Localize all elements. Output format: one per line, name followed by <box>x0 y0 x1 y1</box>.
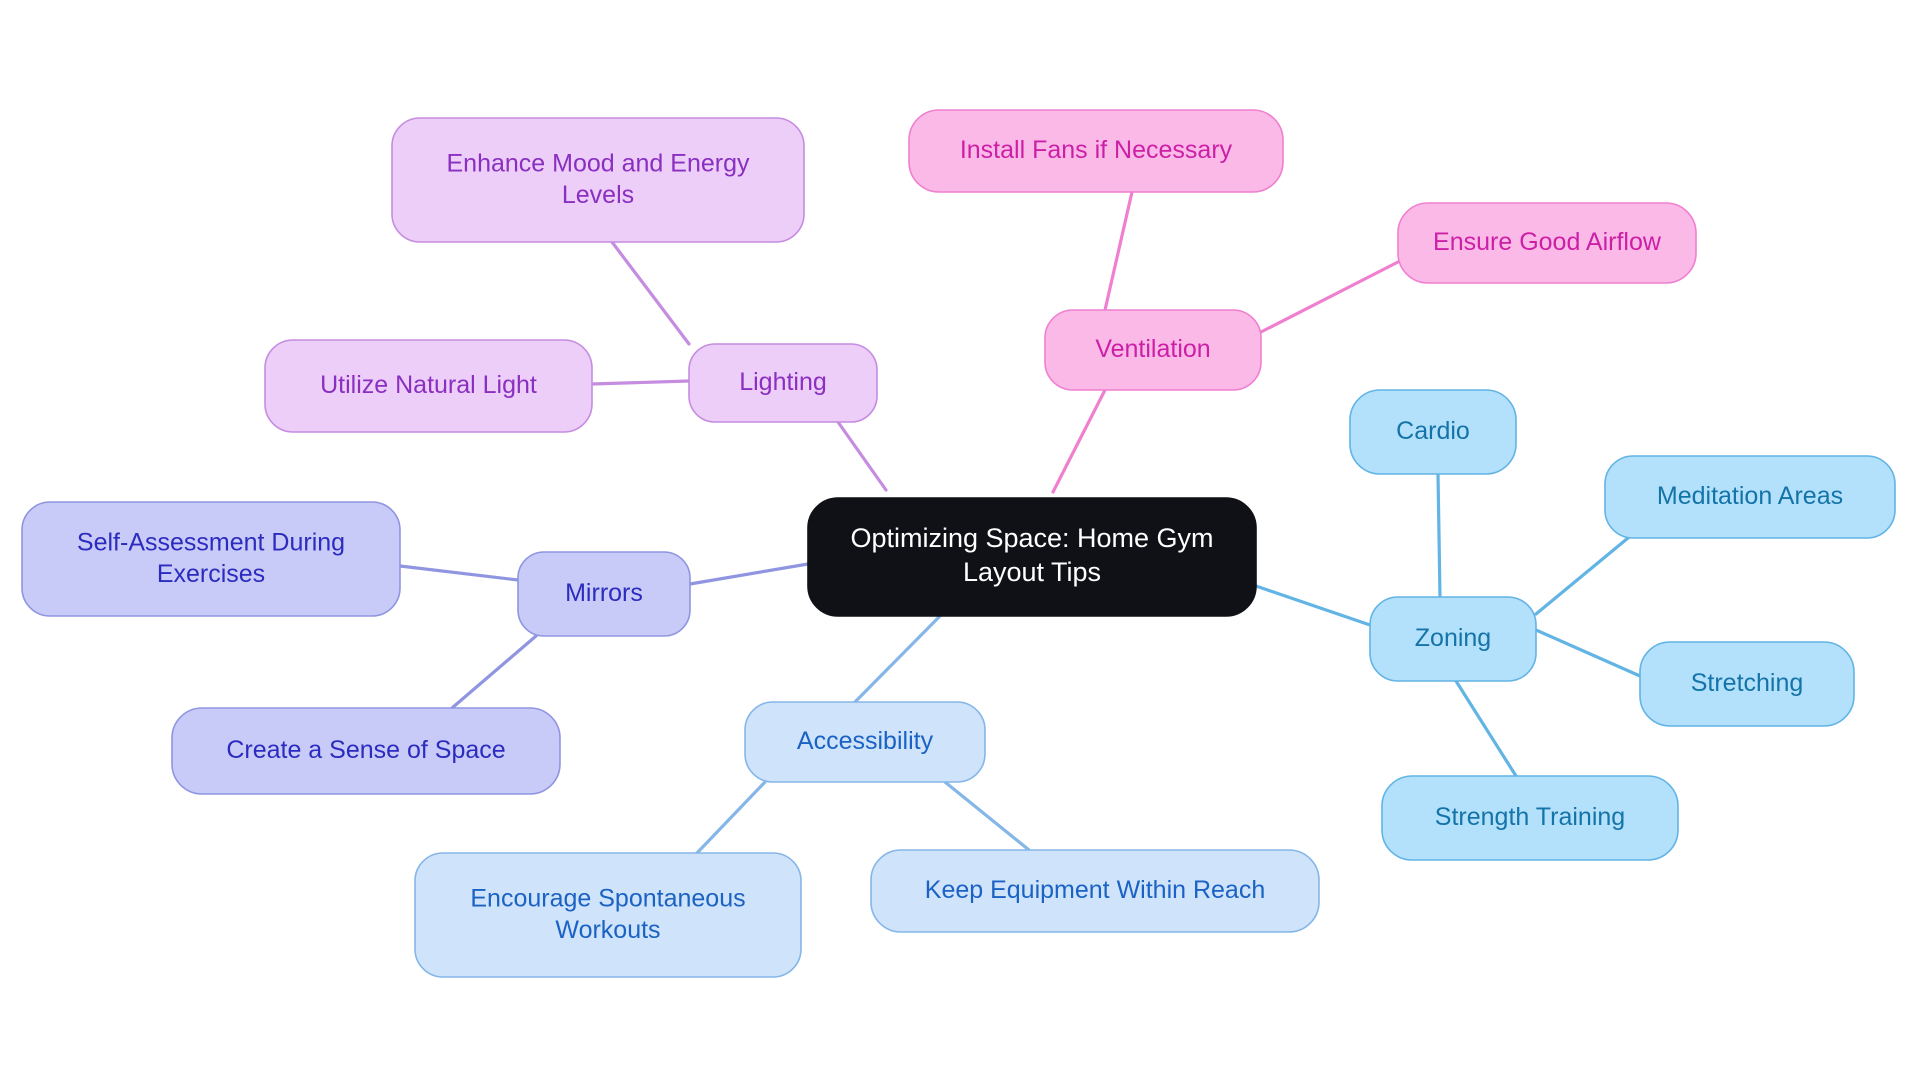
node-accessibility[interactable]: Accessibility <box>744 701 986 783</box>
node-encourage-spontaneous-workouts[interactable]: Encourage Spontaneous Workouts <box>414 852 802 978</box>
node-label-mirrors: Mirrors <box>565 579 643 607</box>
node-label-line: Exercises <box>157 559 265 587</box>
node-label-line: Layout Tips <box>963 557 1101 587</box>
node-ventilation[interactable]: Ventilation <box>1044 309 1262 391</box>
edge-zoning-stretching <box>1534 628 1642 678</box>
node-label-install-fans: Install Fans if Necessary <box>960 136 1233 164</box>
edge-accessibility-encourage <box>695 780 767 855</box>
edge-zoning-strength <box>1454 679 1518 778</box>
node-label-line: Zoning <box>1415 624 1491 652</box>
node-zoning[interactable]: Zoning <box>1369 596 1537 682</box>
nodes-layer: Enhance Mood and Energy Levels Utilize Nat… <box>21 109 1896 978</box>
node-label-ensure-good-airflow: Ensure Good Airflow <box>1433 228 1662 256</box>
node-utilize-natural-light[interactable]: Utilize Natural Light <box>264 339 593 433</box>
node-label-line: Stretching <box>1691 669 1804 697</box>
node-install-fans[interactable]: Install Fans if Necessary <box>908 109 1284 193</box>
edge-zoning-meditation <box>1534 536 1630 616</box>
node-label-strength-training: Strength Training <box>1435 803 1625 831</box>
node-label-accessibility: Accessibility <box>797 727 934 755</box>
node-self-assessment[interactable]: Self-Assessment During Exercises <box>21 501 401 617</box>
node-mirrors[interactable]: Mirrors <box>517 551 691 637</box>
node-label-line: Strength Training <box>1435 803 1625 831</box>
node-label-utilize-natural-light: Utilize Natural Light <box>320 371 537 399</box>
node-label-line: Levels <box>562 180 634 208</box>
node-label-line: Ensure Good Airflow <box>1433 228 1662 256</box>
node-label-line: Cardio <box>1396 417 1470 445</box>
node-strength-training[interactable]: Strength Training <box>1381 775 1679 861</box>
node-stretching[interactable]: Stretching <box>1639 641 1855 727</box>
node-label-line: Create a Sense of Space <box>226 736 505 764</box>
edge-mirrors-create-sense <box>450 634 538 710</box>
node-label-cardio: Cardio <box>1396 417 1470 445</box>
node-label-line: Self-Assessment During <box>77 528 345 556</box>
edge-mirrors-self-assessment <box>398 564 520 582</box>
node-lighting[interactable]: Lighting <box>688 343 878 423</box>
node-label-line: Utilize Natural Light <box>320 371 537 399</box>
edge-accessibility-keep-equipment <box>943 780 1031 852</box>
node-label-line: Keep Equipment Within Reach <box>925 876 1265 904</box>
node-label-line: Ventilation <box>1095 335 1210 363</box>
node-label-line: Encourage Spontaneous <box>470 884 745 912</box>
edge-root-zoning <box>1254 584 1372 627</box>
node-label-stretching: Stretching <box>1691 669 1804 697</box>
node-label-line: Lighting <box>739 368 827 396</box>
node-keep-equipment-within-reach[interactable]: Keep Equipment Within Reach <box>870 849 1320 933</box>
node-label-line: Enhance Mood and Energy <box>447 149 750 177</box>
mind-map-canvas: Enhance Mood and Energy Levels Utilize Nat… <box>0 0 1920 1083</box>
node-label-line: Accessibility <box>797 727 934 755</box>
node-root[interactable]: Optimizing Space: Home Gym Layout Tips <box>807 497 1257 617</box>
edge-root-accessibility <box>853 614 942 704</box>
node-label-line: Optimizing Space: Home Gym <box>850 523 1213 553</box>
edge-root-ventilation <box>1051 388 1107 494</box>
edge-root-lighting <box>836 420 888 492</box>
node-label-ventilation: Ventilation <box>1095 335 1210 363</box>
node-label-line: Workouts <box>555 915 660 943</box>
node-cardio[interactable]: Cardio <box>1349 389 1517 475</box>
node-label-meditation-areas: Meditation Areas <box>1657 482 1843 510</box>
node-label-lighting: Lighting <box>739 368 827 396</box>
edge-lighting-enhance-mood <box>610 240 691 346</box>
node-label-keep-equipment-within-reach: Keep Equipment Within Reach <box>925 876 1265 904</box>
edge-root-mirrors <box>688 562 810 586</box>
mind-map-diagram: Enhance Mood and Energy Levels Utilize Nat… <box>21 109 1896 978</box>
edge-zoning-cardio <box>1436 472 1442 599</box>
node-label-line: Meditation Areas <box>1657 482 1843 510</box>
node-label-create-sense-of-space: Create a Sense of Space <box>226 736 505 764</box>
node-label-line: Mirrors <box>565 579 643 607</box>
node-label-zoning: Zoning <box>1415 624 1491 652</box>
edge-ventilation-install-fans <box>1103 190 1134 312</box>
edge-ventilation-ensure-airflow <box>1259 260 1400 334</box>
node-label-line: Install Fans if Necessary <box>960 136 1233 164</box>
node-meditation-areas[interactable]: Meditation Areas <box>1604 455 1896 539</box>
node-create-sense-of-space[interactable]: Create a Sense of Space <box>171 707 561 795</box>
node-ensure-good-airflow[interactable]: Ensure Good Airflow <box>1397 202 1697 284</box>
node-enhance-mood[interactable]: Enhance Mood and Energy Levels <box>391 117 805 243</box>
edge-lighting-utilize-natural-light <box>590 379 691 386</box>
